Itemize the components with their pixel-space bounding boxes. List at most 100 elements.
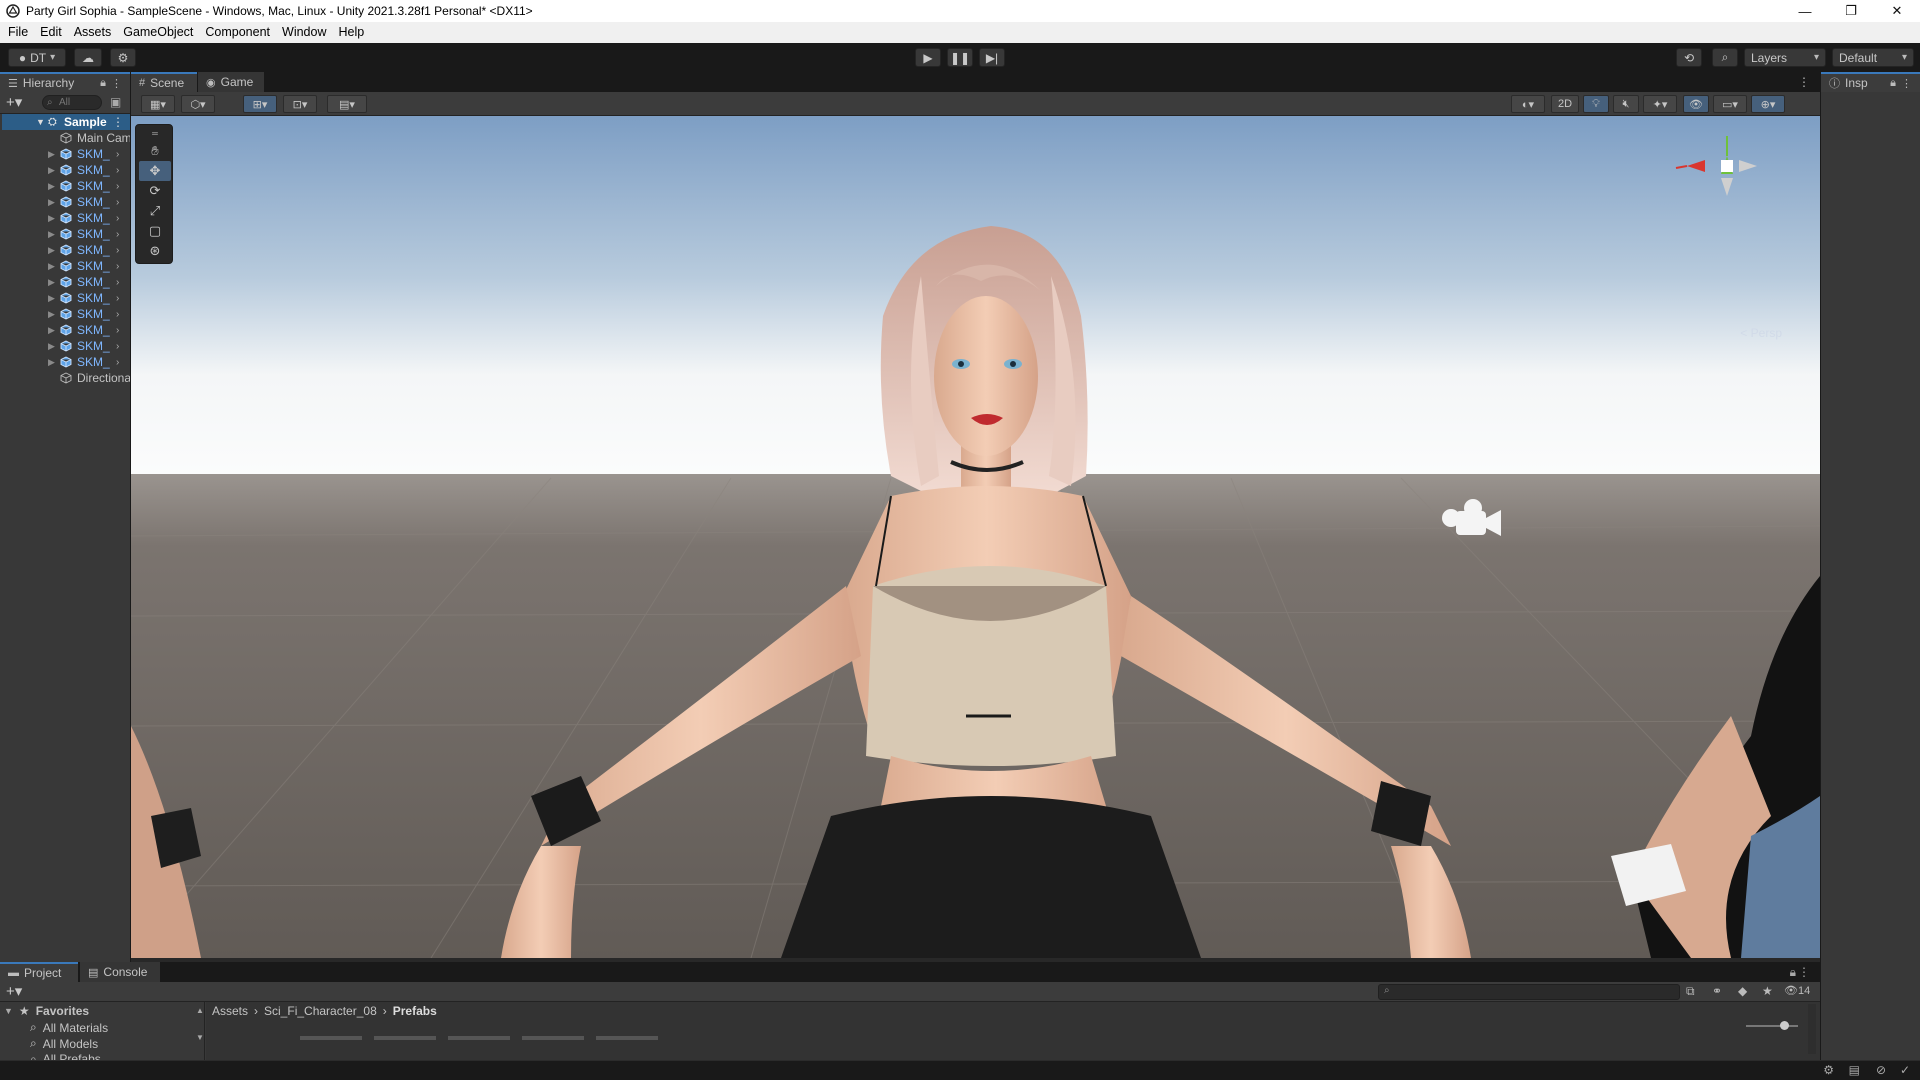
camera-settings-dropdown[interactable]: ▭▾ <box>1713 95 1747 113</box>
open-prefab-icon[interactable]: › <box>116 309 119 320</box>
open-prefab-icon[interactable]: › <box>116 213 119 224</box>
collab-button[interactable]: ⚙ <box>110 48 136 67</box>
cloud-button[interactable]: ☁ <box>74 48 102 67</box>
menu-component[interactable]: Component <box>199 22 276 43</box>
menu-help[interactable]: Help <box>332 22 370 43</box>
progress-icon[interactable]: ▤ <box>1849 1063 1860 1077</box>
kebab-menu-icon[interactable]: ⋮ <box>1798 75 1810 89</box>
expand-arrow-icon[interactable]: ▶ <box>48 341 55 352</box>
asset-thumbnail[interactable] <box>448 1036 510 1040</box>
open-prefab-icon[interactable]: › <box>116 341 119 352</box>
breadcrumb-item[interactable]: Prefabs <box>393 1004 437 1018</box>
assets-scrollbar[interactable] <box>1808 1004 1816 1054</box>
scene-visibility-toggle[interactable]: 👁︎ <box>1683 95 1709 113</box>
hierarchy-item[interactable]: ▶ SKM_ › <box>0 322 130 338</box>
hierarchy-item[interactable]: ▶ SKM_ › <box>0 178 130 194</box>
favorite-all-prefabs[interactable]: ⌕ All Prefabs <box>30 1052 101 1060</box>
tab-scene[interactable]: # Scene <box>131 72 197 92</box>
gizmos-dropdown[interactable]: ⊕▾ <box>1751 95 1785 113</box>
kebab-menu-icon[interactable]: ⋮ <box>111 77 122 90</box>
search-by-type-icon[interactable]: ⧉ <box>1686 984 1695 999</box>
hierarchy-item[interactable]: ▶ SKM_ › <box>0 194 130 210</box>
expand-arrow-icon[interactable]: ▶ <box>48 245 55 256</box>
expand-arrow-icon[interactable]: ▶ <box>48 325 55 336</box>
tag-icon[interactable]: ◆ <box>1738 984 1747 998</box>
hierarchy-search-input[interactable]: ⌕ All <box>42 95 102 110</box>
menu-edit[interactable]: Edit <box>34 22 68 43</box>
tab-project[interactable]: ▬ Project <box>0 962 78 982</box>
open-prefab-icon[interactable]: › <box>116 293 119 304</box>
hierarchy-item[interactable]: Main Camera <box>0 130 130 146</box>
expand-arrow-icon[interactable]: ▶ <box>48 197 55 208</box>
add-icon[interactable]: +▾ <box>6 982 22 1000</box>
hierarchy-item[interactable]: Directional Light <box>0 370 130 386</box>
hierarchy-item[interactable]: ▶ SKM_ › <box>0 274 130 290</box>
hierarchy-item[interactable]: ▶ SKM_ › <box>0 162 130 178</box>
asset-thumbnail[interactable] <box>596 1036 658 1040</box>
bug-icon[interactable]: ⚙ <box>1823 1063 1834 1077</box>
hierarchy-scrollbar[interactable] <box>0 114 2 414</box>
open-prefab-icon[interactable]: › <box>116 245 119 256</box>
project-search-input[interactable]: ⌕ <box>1378 984 1680 1000</box>
lighting-toggle[interactable]: 💡︎ <box>1583 95 1609 113</box>
favorites-scrollbar[interactable]: ▲ ▼ <box>196 1006 204 1056</box>
tab-hierarchy[interactable]: ☰ Hierarchy 🔒︎ ⋮ <box>0 72 130 92</box>
lock-icon[interactable]: 🔒︎ <box>1790 965 1796 980</box>
maximize-button[interactable]: ❐ <box>1828 0 1874 22</box>
expand-arrow-icon[interactable]: ▼ <box>36 117 45 127</box>
layout-dropdown[interactable]: Default <box>1832 48 1914 67</box>
expand-arrow-icon[interactable]: ▶ <box>48 293 55 304</box>
open-prefab-icon[interactable]: › <box>116 197 119 208</box>
hidden-packages-icon[interactable]: 👁︎14 <box>1784 984 1810 997</box>
hierarchy-item[interactable]: ▶ SKM_ › <box>0 306 130 322</box>
open-prefab-icon[interactable]: › <box>116 149 119 160</box>
expand-arrow-icon[interactable]: ▶ <box>48 149 55 160</box>
expand-arrow-icon[interactable]: ▼ <box>4 1006 13 1016</box>
menu-window[interactable]: Window <box>276 22 332 43</box>
star-icon[interactable]: ★ <box>1762 984 1773 998</box>
undo-history-button[interactable]: ⟲ <box>1676 48 1702 67</box>
scale-tool-icon[interactable]: ⤢ <box>139 201 171 221</box>
asset-thumbnail[interactable] <box>522 1036 584 1040</box>
expand-arrow-icon[interactable]: ▶ <box>48 309 55 320</box>
hierarchy-item[interactable]: ▶ SKM_ › <box>0 354 130 370</box>
overlay-handle-icon[interactable]: ═ <box>139 129 171 138</box>
hierarchy-item[interactable]: ▶ SKM_ › <box>0 226 130 242</box>
favorite-all-materials[interactable]: ⌕ All Materials <box>30 1020 108 1035</box>
expand-arrow-icon[interactable]: ▶ <box>48 229 55 240</box>
persp-label[interactable]: < Persp <box>1740 326 1782 340</box>
tab-console[interactable]: ▤ Console <box>80 962 160 982</box>
lock-icon[interactable]: 🔒︎ <box>1890 77 1896 90</box>
grid-snapping-dropdown[interactable]: ⊞▾ <box>243 95 277 113</box>
breadcrumb-item[interactable]: Sci_Fi_Character_08 <box>264 1004 377 1018</box>
slider-thumb[interactable] <box>1780 1021 1789 1030</box>
open-prefab-icon[interactable]: › <box>116 261 119 272</box>
minimize-button[interactable]: — <box>1782 0 1828 22</box>
menu-assets[interactable]: Assets <box>68 22 118 43</box>
auto-generate-lighting-icon[interactable]: ✓ <box>1900 1063 1910 1077</box>
kebab-menu-icon[interactable]: ⋮ <box>1901 77 1912 90</box>
kebab-menu-icon[interactable]: ⋮ <box>112 115 124 129</box>
hand-tool-icon[interactable]: ✋︎ <box>139 141 171 161</box>
add-icon[interactable]: +▾ <box>6 93 22 111</box>
open-prefab-icon[interactable]: › <box>116 165 119 176</box>
draw-mode-dropdown[interactable]: ▦▾ <box>141 95 175 113</box>
close-button[interactable]: ✕ <box>1874 0 1920 22</box>
thumbnail-size-slider[interactable] <box>1746 1021 1798 1030</box>
asset-thumbnail[interactable] <box>374 1036 436 1040</box>
grid-visibility-dropdown[interactable]: ▤▾ <box>327 95 367 113</box>
move-tool-icon[interactable]: ✥ <box>139 161 171 181</box>
lock-icon[interactable]: 🔒︎ <box>100 77 106 90</box>
asset-thumbnail[interactable] <box>300 1036 362 1040</box>
hierarchy-item[interactable]: ▶ SKM_ › <box>0 258 130 274</box>
snap-increment-dropdown[interactable]: ⊡▾ <box>283 95 317 113</box>
effects-dropdown[interactable]: ✦▾ <box>1643 95 1677 113</box>
favorite-all-models[interactable]: ⌕ All Models <box>30 1036 98 1051</box>
search-by-label-icon[interactable]: ⚭ <box>1712 984 1722 998</box>
expand-arrow-icon[interactable]: ▶ <box>48 181 55 192</box>
cache-server-icon[interactable]: ⊘ <box>1876 1063 1886 1077</box>
breadcrumb-item[interactable]: Assets <box>212 1004 248 1018</box>
scene-viewport[interactable]: ═ ✋︎ ✥ ⟳ ⤢ ▢ ⊛ < Persp <box>131 116 1820 958</box>
search-button[interactable]: ⌕ <box>1712 48 1738 67</box>
open-prefab-icon[interactable]: › <box>116 357 119 368</box>
